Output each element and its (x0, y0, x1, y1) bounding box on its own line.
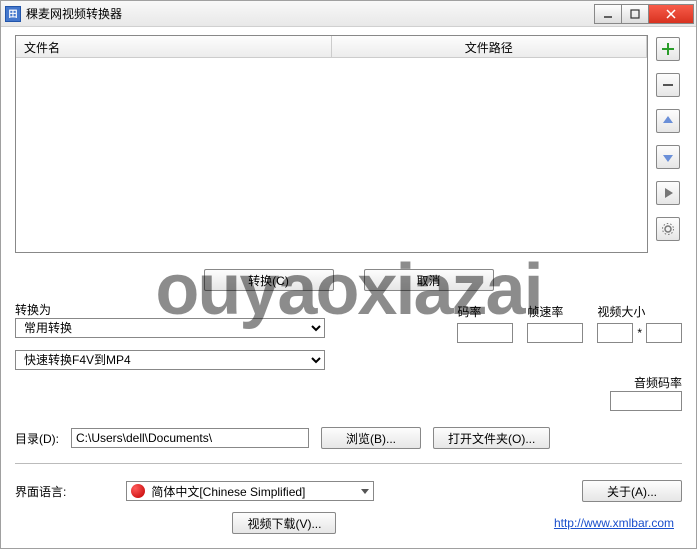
size-sep: * (637, 326, 642, 340)
minimize-button[interactable] (594, 4, 622, 24)
dir-input[interactable] (71, 428, 309, 448)
audio-bitrate-label: 音频码率 (634, 374, 682, 391)
convert-mode-select[interactable]: 常用转换 (15, 318, 325, 338)
lang-select[interactable]: 简体中文[Chinese Simplified] (126, 481, 374, 501)
convert-to-label: 转换为 (15, 301, 325, 318)
lang-label: 界面语言: (15, 483, 66, 500)
play-button[interactable] (656, 181, 680, 205)
width-input[interactable] (597, 323, 633, 343)
video-download-button[interactable]: 视频下载(V)... (232, 512, 336, 534)
file-list[interactable]: 文件名 文件路径 (15, 35, 648, 253)
bitrate-input[interactable] (457, 323, 513, 343)
titlebar: 田 稞麦网视频转换器 (1, 1, 696, 27)
audio-bitrate-input[interactable] (610, 391, 682, 411)
convert-preset-select[interactable]: 快速转换F4V到MP4 (15, 350, 325, 370)
app-title: 稞麦网视频转换器 (26, 5, 595, 22)
flag-icon (131, 484, 145, 498)
content-area: 文件名 文件路径 转换(C) 取消 转换为 常 (1, 27, 696, 548)
add-file-button[interactable] (656, 37, 680, 61)
divider (15, 463, 682, 464)
fps-input[interactable] (527, 323, 583, 343)
col-filename[interactable]: 文件名 (16, 36, 332, 57)
maximize-button[interactable] (621, 4, 649, 24)
move-up-button[interactable] (656, 109, 680, 133)
bitrate-label: 码率 (457, 303, 481, 320)
side-toolbar (656, 35, 682, 253)
app-window: 田 稞麦网视频转换器 文件名 文件路径 (0, 0, 697, 549)
close-button[interactable] (648, 4, 694, 24)
settings-button[interactable] (656, 217, 680, 241)
about-button[interactable]: 关于(A)... (582, 480, 682, 502)
height-input[interactable] (646, 323, 682, 343)
app-icon: 田 (5, 6, 21, 22)
browse-button[interactable]: 浏览(B)... (321, 427, 421, 449)
convert-button[interactable]: 转换(C) (204, 269, 334, 291)
remove-file-button[interactable] (656, 73, 680, 97)
open-folder-button[interactable]: 打开文件夹(O)... (433, 427, 550, 449)
list-header: 文件名 文件路径 (16, 36, 647, 58)
dir-label: 目录(D): (15, 430, 59, 447)
col-filepath[interactable]: 文件路径 (332, 36, 648, 57)
move-down-button[interactable] (656, 145, 680, 169)
window-controls (595, 4, 694, 24)
fps-label: 帧速率 (527, 303, 563, 320)
lang-value: 简体中文[Chinese Simplified] (151, 483, 305, 500)
cancel-button[interactable]: 取消 (364, 269, 494, 291)
video-size-label: 视频大小 (597, 303, 645, 320)
homepage-link[interactable]: http://www.xmlbar.com (554, 516, 674, 530)
